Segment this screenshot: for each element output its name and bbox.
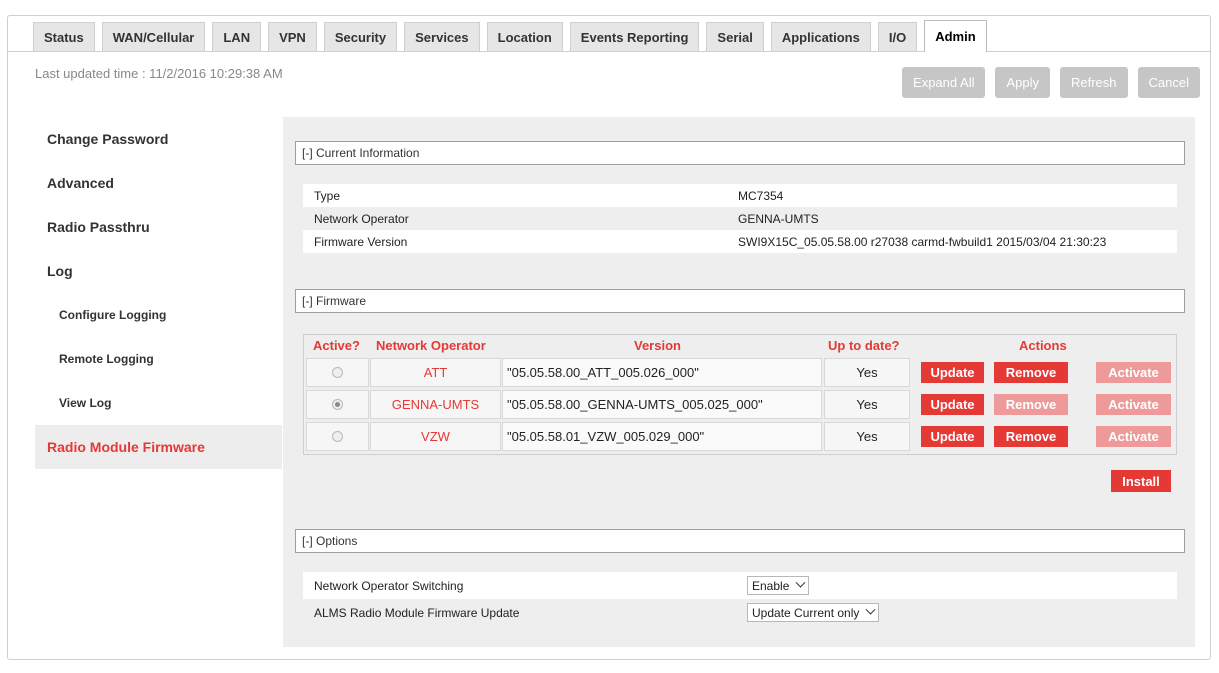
- info-row-firmware-version: Firmware Version SWI9X15C_05.05.58.00 r2…: [303, 230, 1177, 253]
- table-row: GENNA-UMTS "05.05.58.00_GENNA-UMTS_005.0…: [306, 390, 1176, 419]
- activate-button[interactable]: Activate: [1096, 394, 1171, 415]
- last-updated-text: Last updated time : 11/2/2016 10:29:38 A…: [35, 66, 283, 81]
- sidebar-item-remote-logging[interactable]: Remote Logging: [35, 337, 282, 381]
- chevron-down-icon: [865, 604, 876, 615]
- info-key: Firmware Version: [314, 234, 408, 249]
- install-button[interactable]: Install: [1111, 470, 1171, 492]
- table-row: ATT "05.05.58.00_ATT_005.026_000" Yes Up…: [306, 358, 1176, 387]
- info-value: GENNA-UMTS: [738, 211, 819, 226]
- update-button[interactable]: Update: [921, 426, 984, 447]
- chevron-down-icon: [795, 577, 806, 588]
- tab-security[interactable]: Security: [323, 22, 398, 52]
- tab-wan-cellular[interactable]: WAN/Cellular: [101, 22, 206, 52]
- current-information-header[interactable]: [-] Current Information: [295, 141, 1185, 165]
- top-tab-bar: Status WAN/Cellular LAN VPN Security Ser…: [33, 20, 994, 52]
- expand-all-button[interactable]: Expand All: [902, 67, 986, 98]
- remove-button[interactable]: Remove: [994, 426, 1068, 447]
- info-key: Network Operator: [314, 211, 409, 226]
- current-information-table: Type MC7354 Network Operator GENNA-UMTS …: [303, 184, 1177, 253]
- version-cell: "05.05.58.00_ATT_005.026_000": [502, 358, 822, 387]
- operator-cell: VZW: [370, 422, 501, 451]
- active-radio[interactable]: [332, 367, 343, 378]
- tab-location[interactable]: Location: [486, 22, 563, 52]
- active-cell: [306, 422, 369, 451]
- version-cell: "05.05.58.01_VZW_005.029_000": [502, 422, 822, 451]
- info-value: MC7354: [738, 188, 784, 203]
- select-value: Enable: [752, 578, 790, 593]
- active-radio[interactable]: [332, 399, 343, 410]
- table-row: VZW "05.05.58.01_VZW_005.029_000" Yes Up…: [306, 422, 1176, 451]
- tab-divider: [8, 51, 1211, 52]
- alms-update-select[interactable]: Update Current only: [747, 603, 880, 622]
- options-table: Network Operator Switching Enable ALMS R…: [303, 572, 1177, 626]
- sidebar-item-log[interactable]: Log: [35, 249, 282, 293]
- tab-vpn[interactable]: VPN: [268, 22, 317, 52]
- info-row-type: Type MC7354: [303, 184, 1177, 207]
- firmware-table: Active? Network Operator Version Up to d…: [303, 334, 1177, 455]
- info-value: SWI9X15C_05.05.58.00 r27038 carmd-fwbuil…: [738, 234, 1107, 249]
- info-row-network-operator: Network Operator GENNA-UMTS: [303, 207, 1177, 230]
- active-cell: [306, 390, 369, 419]
- info-key: Type: [314, 188, 341, 203]
- col-actions-header: Actions: [1019, 338, 1067, 353]
- up-to-date-cell: Yes: [824, 358, 910, 387]
- version-cell: "05.05.58.00_GENNA-UMTS_005.025_000": [502, 390, 822, 419]
- toolbar: Expand All Apply Refresh Cancel: [902, 67, 1200, 98]
- activate-button[interactable]: Activate: [1096, 362, 1171, 383]
- sidebar-item-change-password[interactable]: Change Password: [35, 117, 282, 161]
- sidebar: Change Password Advanced Radio Passthru …: [35, 117, 282, 469]
- operator-cell: ATT: [370, 358, 501, 387]
- main-panel: [-] Current Information Type MC7354 Netw…: [283, 117, 1195, 647]
- col-version-header: Version: [634, 338, 681, 353]
- option-row-alms-update: ALMS Radio Module Firmware Update Update…: [303, 599, 1177, 626]
- update-button[interactable]: Update: [921, 394, 984, 415]
- option-row-network-operator-switching: Network Operator Switching Enable: [303, 572, 1177, 599]
- tab-io[interactable]: I/O: [877, 22, 918, 52]
- options-header[interactable]: [-] Options: [295, 529, 1185, 553]
- select-value: Update Current only: [752, 605, 860, 620]
- sidebar-item-view-log[interactable]: View Log: [35, 381, 282, 425]
- tab-lan[interactable]: LAN: [212, 22, 262, 52]
- tab-events-reporting[interactable]: Events Reporting: [569, 22, 700, 52]
- apply-button[interactable]: Apply: [995, 67, 1050, 98]
- sidebar-item-radio-passthru[interactable]: Radio Passthru: [35, 205, 282, 249]
- network-operator-switching-select[interactable]: Enable: [747, 576, 810, 595]
- option-label: ALMS Radio Module Firmware Update: [314, 605, 520, 620]
- remove-button[interactable]: Remove: [994, 394, 1068, 415]
- option-label: Network Operator Switching: [314, 578, 464, 593]
- active-radio[interactable]: [332, 431, 343, 442]
- sidebar-item-radio-module-firmware[interactable]: Radio Module Firmware: [35, 425, 282, 469]
- activate-button[interactable]: Activate: [1096, 426, 1171, 447]
- sidebar-item-advanced[interactable]: Advanced: [35, 161, 282, 205]
- col-up-to-date-header: Up to date?: [828, 338, 900, 353]
- col-active-header: Active?: [313, 338, 360, 353]
- active-cell: [306, 358, 369, 387]
- up-to-date-cell: Yes: [824, 390, 910, 419]
- sidebar-item-configure-logging[interactable]: Configure Logging: [35, 293, 282, 337]
- tab-admin[interactable]: Admin: [924, 20, 987, 52]
- col-operator-header: Network Operator: [376, 338, 486, 353]
- cancel-button[interactable]: Cancel: [1137, 67, 1200, 98]
- tab-applications[interactable]: Applications: [770, 22, 871, 52]
- remove-button[interactable]: Remove: [994, 362, 1068, 383]
- update-button[interactable]: Update: [921, 362, 984, 383]
- refresh-button[interactable]: Refresh: [1060, 67, 1128, 98]
- up-to-date-cell: Yes: [824, 422, 910, 451]
- operator-cell: GENNA-UMTS: [370, 390, 501, 419]
- tab-serial[interactable]: Serial: [706, 22, 764, 52]
- firmware-header[interactable]: [-] Firmware: [295, 289, 1185, 313]
- tab-services[interactable]: Services: [404, 22, 480, 52]
- tab-status[interactable]: Status: [33, 22, 95, 52]
